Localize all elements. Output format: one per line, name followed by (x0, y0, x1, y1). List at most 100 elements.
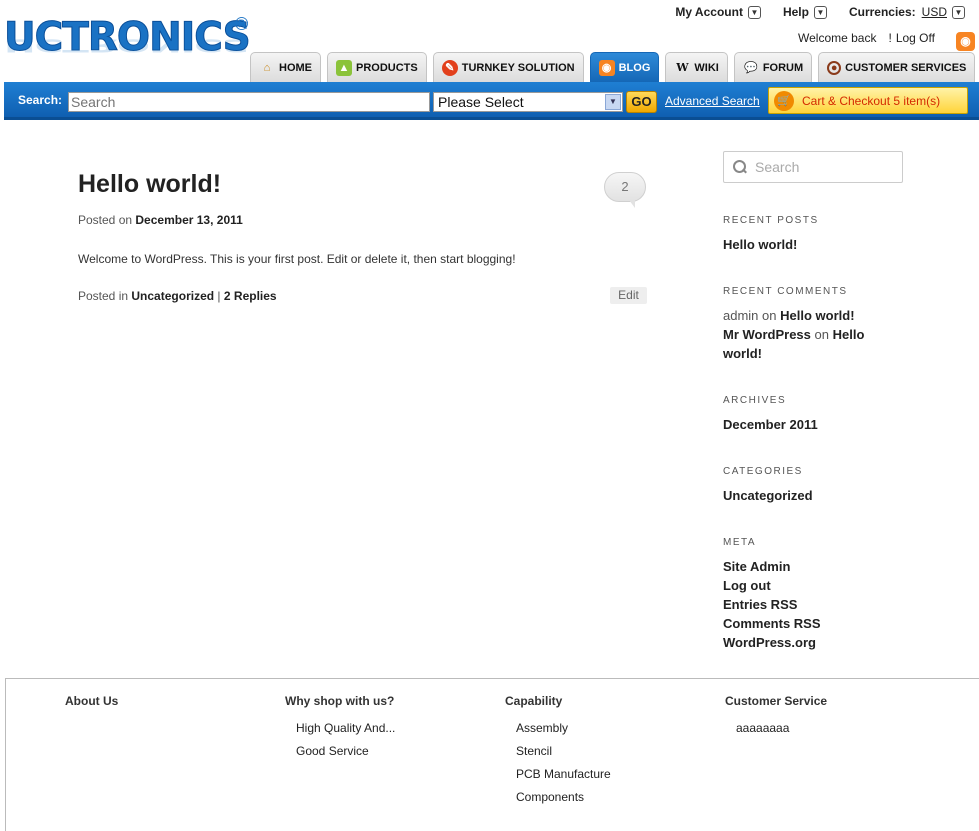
tab-label: BLOG (618, 61, 651, 74)
footer-link[interactable]: High Quality And... (296, 721, 395, 744)
category-select[interactable]: Please Select ▼ (433, 92, 623, 112)
category-select-value: Please Select (438, 94, 524, 110)
tab-label: TURNKEY SOLUTION (461, 61, 575, 74)
tab-home[interactable]: ⌂ HOME (250, 52, 321, 82)
search-icon (733, 160, 747, 174)
footer-link[interactable]: Good Service (296, 744, 395, 767)
post-body: Welcome to WordPress. This is your first… (78, 252, 516, 266)
currencies-label: Currencies: (848, 5, 916, 19)
search-input[interactable] (68, 92, 430, 112)
categories-title: CATEGORIES (723, 466, 803, 477)
search-bar: Search: Please Select ▼ GO Advanced Sear… (4, 82, 979, 120)
currency-link[interactable]: USD (922, 5, 947, 19)
recent-comment-item: Mr WordPress on Hello (723, 325, 883, 344)
archive-link[interactable]: December 2011 (723, 415, 818, 434)
tab-forum[interactable]: 💬 FORUM (733, 52, 813, 82)
tab-customer-services[interactable]: ● CUSTOMER SERVICES (818, 52, 976, 82)
post-title[interactable]: Hello world! (78, 170, 221, 199)
recent-posts-title: RECENT POSTS (723, 215, 819, 226)
comment-author: admin (723, 308, 759, 323)
footer-column-capability: Capability Assembly Stencil PCB Manufact… (505, 694, 611, 813)
rss-icon: ◉ (598, 59, 615, 76)
footer-heading: Capability (505, 694, 563, 708)
welcome-text: Welcome back (798, 31, 877, 45)
post-footer: Posted in Uncategorized | 2 Replies (78, 289, 277, 303)
comment-post-link-continued[interactable]: world! (723, 344, 762, 363)
account-menu: My Account ▼ Help ▼ Currencies: USD ▼ (653, 5, 965, 19)
advanced-search-link[interactable]: Advanced Search (665, 94, 760, 108)
footer-column-about: About Us (65, 694, 118, 721)
cart-checkout-button[interactable]: 🛒 Cart & Checkout 5 item(s) (768, 87, 968, 114)
home-icon: ⌂ (263, 61, 271, 74)
my-account-menu[interactable]: My Account ▼ (675, 5, 761, 19)
tab-products[interactable]: ▲ PRODUCTS (327, 52, 427, 82)
footer-link[interactable]: Stencil (516, 744, 611, 767)
meta-entries-rss-link[interactable]: Entries RSS (723, 595, 797, 614)
welcome-separator: ! (888, 31, 892, 45)
cart-label: Cart & Checkout (802, 93, 891, 108)
chevron-down-icon[interactable]: ▼ (747, 5, 761, 19)
meta-title: META (723, 537, 757, 548)
meta-comments-rss-link[interactable]: Comments RSS (723, 614, 821, 633)
post-meta: Posted on December 13, 2011 (78, 213, 243, 227)
main-nav-tabs: ⌂ HOME ▲ PRODUCTS ✎ TURNKEY SOLUTION ◉ B… (250, 52, 976, 82)
edit-button[interactable]: Edit (610, 287, 647, 304)
recent-post-link[interactable]: Hello world! (723, 235, 797, 254)
category-link[interactable]: Uncategorized (723, 486, 813, 505)
search-label: Search: (18, 93, 63, 107)
tab-turnkey-solution[interactable]: ✎ TURNKEY SOLUTION (432, 52, 584, 82)
speech-bubble-icon: 💬 (743, 61, 758, 74)
tab-label: CUSTOMER SERVICES (845, 61, 967, 74)
meta-site-admin-link[interactable]: Site Admin (723, 557, 790, 576)
tab-label: PRODUCTS (356, 61, 418, 74)
site-footer: About Us Why shop with us? High Quality … (5, 678, 979, 831)
comment-post-link[interactable]: Hello world! (780, 308, 854, 323)
cart-count: 5 item(s) (893, 93, 941, 108)
android-icon: ▲ (336, 59, 352, 76)
shopping-cart-icon: 🛒 (774, 90, 794, 111)
comment-on: on (814, 327, 829, 342)
tab-label: FORUM (762, 61, 804, 74)
post-date[interactable]: December 13, 2011 (135, 213, 242, 227)
tab-wiki[interactable]: W WIKI (665, 52, 728, 82)
rss-icon[interactable]: ◉ (956, 32, 975, 51)
posted-on-label: Posted on (78, 213, 133, 227)
footer-heading: Customer Service (725, 694, 828, 708)
recent-comments-title: RECENT COMMENTS (723, 286, 848, 297)
footer-column-why-shop: Why shop with us? High Quality And... Go… (285, 694, 395, 767)
tab-label: WIKI (694, 61, 719, 74)
post-category-link[interactable]: Uncategorized (131, 289, 214, 303)
meta-logout-link[interactable]: Log out (723, 576, 771, 595)
footer-link[interactable]: aaaaaaaa (736, 721, 827, 744)
footer-divider: | (217, 289, 221, 303)
go-button[interactable]: GO (626, 91, 657, 113)
footer-link[interactable]: Components (516, 790, 611, 813)
footer-link[interactable]: PCB Manufacture (516, 767, 611, 790)
comment-post-link[interactable]: Hello (833, 327, 865, 342)
welcome-bar: Welcome back ! Log Off (798, 31, 935, 45)
help-menu[interactable]: Help ▼ (783, 5, 827, 19)
archives-title: ARCHIVES (723, 395, 787, 406)
recent-comment-item: admin on Hello world! (723, 306, 855, 325)
meta-wordpress-link[interactable]: WordPress.org (723, 633, 816, 652)
logo-reflection: UCTRONICS (4, 35, 250, 56)
chevron-down-icon[interactable]: ▼ (813, 5, 827, 19)
footer-heading: Why shop with us? (285, 694, 395, 708)
footer-link[interactable]: Assembly (516, 721, 611, 744)
posted-in-label: Posted in (78, 289, 129, 303)
help-label: Help (782, 5, 809, 19)
sidebar-search[interactable]: Search (723, 151, 903, 183)
chevron-down-icon[interactable]: ▼ (952, 5, 965, 19)
logoff-link[interactable]: Log Off (896, 31, 935, 45)
registered-mark: ® (235, 14, 249, 34)
comment-count-bubble[interactable]: 2 (604, 172, 646, 208)
comment-author-link[interactable]: Mr WordPress (723, 327, 811, 342)
tab-blog[interactable]: ◉ BLOG (589, 52, 660, 82)
headset-icon: ● (827, 60, 842, 75)
wikipedia-icon: W (676, 60, 689, 74)
comment-on: on (762, 308, 777, 323)
currency-menu[interactable]: Currencies: USD ▼ (849, 5, 965, 19)
replies-link[interactable]: 2 Replies (224, 289, 277, 303)
chevron-down-icon[interactable]: ▼ (605, 94, 621, 110)
footer-heading[interactable]: About Us (65, 694, 118, 708)
